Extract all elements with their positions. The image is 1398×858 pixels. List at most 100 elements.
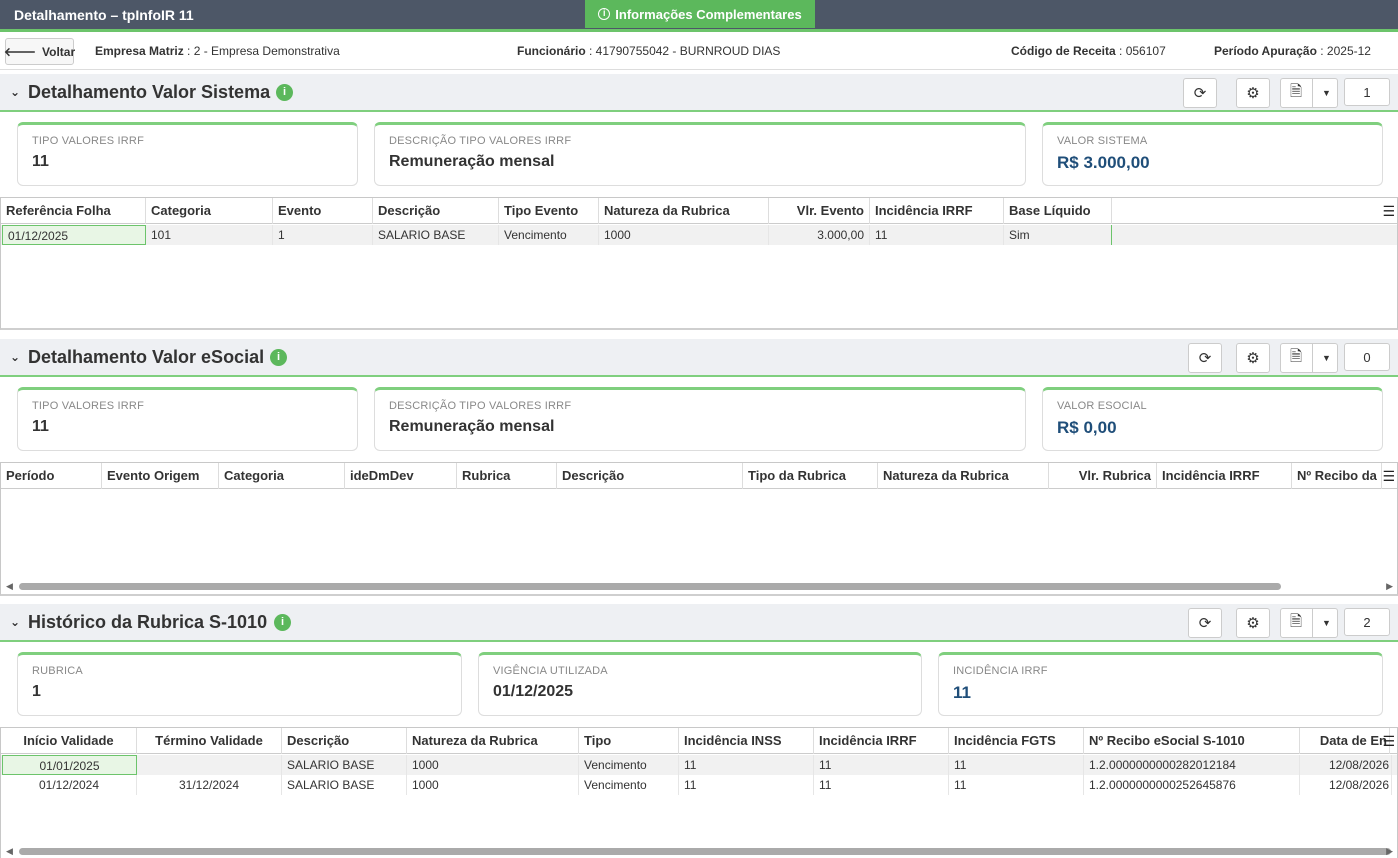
column-header[interactable]: Natureza da Rubrica	[599, 198, 769, 224]
column-menu-icon[interactable]: ☰	[1382, 203, 1395, 220]
table-cell[interactable]: 1000	[407, 755, 579, 775]
column-header[interactable]: Tipo	[579, 728, 679, 754]
table-cell[interactable]: SALARIO BASE	[373, 225, 499, 245]
horizontal-scrollbar[interactable]: ◀ ▶	[1, 844, 1397, 858]
refresh-button[interactable]: ⟳	[1183, 78, 1217, 108]
table-cell[interactable]: 1.2.0000000000252645876	[1084, 775, 1300, 795]
card-incidencia-irrf: INCIDÊNCIA IRRF 11	[938, 652, 1383, 716]
table-cell[interactable]: 1000	[407, 775, 579, 795]
table-cell[interactable]: 11	[870, 225, 1004, 245]
column-header[interactable]: Categoria	[219, 463, 345, 489]
column-header[interactable]: Vlr. Rubrica	[1049, 463, 1157, 489]
scrollbar-thumb[interactable]	[19, 848, 1391, 855]
settings-button[interactable]: ⚙	[1236, 343, 1270, 373]
table-row[interactable]: 01/12/2024 31/12/2024 SALARIO BASE 1000 …	[1, 775, 1397, 795]
codigo-receita-value: : 056107	[1119, 44, 1166, 58]
scroll-right-icon[interactable]: ▶	[1386, 846, 1393, 857]
table-cell[interactable]: SALARIO BASE	[282, 755, 407, 775]
column-header[interactable]: Rubrica	[457, 463, 557, 489]
column-header[interactable]: Categoria	[146, 198, 273, 224]
table-cell[interactable]: 12/08/2026	[1300, 775, 1392, 795]
table-cell[interactable]: 11	[679, 775, 814, 795]
chevron-down-icon[interactable]: ⌄	[10, 350, 20, 364]
column-header[interactable]: Nº Recibo eSocial S-1010	[1084, 728, 1300, 754]
caret-down-icon[interactable]: ▼	[1322, 618, 1331, 628]
column-menu-icon[interactable]: ☰	[1382, 733, 1395, 750]
scroll-left-icon[interactable]: ◀	[6, 846, 13, 857]
table-cell[interactable]: 11	[814, 755, 949, 775]
table-cell[interactable]: SALARIO BASE	[282, 775, 407, 795]
refresh-button[interactable]: ⟳	[1188, 343, 1222, 373]
table-cell[interactable]: 11	[949, 775, 1084, 795]
table-row[interactable]: 01/01/2025 SALARIO BASE 1000 Vencimento …	[1, 755, 1397, 775]
column-header[interactable]: Tipo Evento	[499, 198, 599, 224]
column-header[interactable]: Descrição	[557, 463, 743, 489]
scroll-right-icon[interactable]: ▶	[1386, 581, 1393, 592]
horizontal-scrollbar[interactable]: ◀ ▶	[1, 579, 1397, 593]
table-cell[interactable]: 11	[814, 775, 949, 795]
table-cell[interactable]: 1	[273, 225, 373, 245]
export-button[interactable]: 🗎 ▼	[1280, 78, 1338, 108]
column-header[interactable]: Início Validade	[1, 728, 137, 754]
caret-down-icon[interactable]: ▼	[1322, 88, 1331, 98]
column-header[interactable]: Tipo da Rubrica	[743, 463, 878, 489]
table-cell[interactable]: 1000	[599, 225, 769, 245]
column-menu-icon[interactable]: ☰	[1382, 468, 1395, 485]
column-header[interactable]: Incidência IRRF	[870, 198, 1004, 224]
column-header[interactable]: Evento	[273, 198, 373, 224]
column-header[interactable]: Evento Origem	[102, 463, 219, 489]
column-header[interactable]: Descrição	[373, 198, 499, 224]
table-cell[interactable]: Vencimento	[579, 775, 679, 795]
column-header[interactable]: ideDmDev	[345, 463, 457, 489]
table-cell[interactable]: 3.000,00	[769, 225, 870, 245]
table-cell[interactable]: 12/08/2026	[1300, 755, 1392, 775]
table-cell[interactable]: Vencimento	[579, 755, 679, 775]
record-count: 0	[1344, 343, 1390, 371]
column-header[interactable]: Referência Folha	[1, 198, 146, 224]
table-cell[interactable]: 1.2.0000000000282012184	[1084, 755, 1300, 775]
column-header[interactable]: Incidência FGTS	[949, 728, 1084, 754]
info-icon[interactable]: i	[274, 614, 291, 631]
table-header: Período Evento Origem Categoria ideDmDev…	[1, 463, 1397, 489]
column-header[interactable]: Natureza da Rubrica	[878, 463, 1049, 489]
table-cell[interactable]: 01/12/2024	[2, 775, 137, 795]
informacoes-complementares-button[interactable]: i Informações Complementares	[585, 0, 815, 28]
table-cell[interactable]: 01/12/2025	[2, 225, 146, 245]
column-header[interactable]: Descrição	[282, 728, 407, 754]
chevron-down-icon[interactable]: ⌄	[10, 615, 20, 629]
caret-down-icon[interactable]: ▼	[1322, 353, 1331, 363]
column-header[interactable]: Incidência IRRF	[814, 728, 949, 754]
card-label: VALOR SISTEMA	[1057, 135, 1148, 147]
table-cell[interactable]: 31/12/2024	[137, 775, 282, 795]
card-rubrica: RUBRICA 1	[17, 652, 462, 716]
column-header[interactable]: Nº Recibo da	[1292, 463, 1382, 489]
table-cell[interactable]: 11	[679, 755, 814, 775]
export-button[interactable]: 🗎 ▼	[1280, 608, 1338, 638]
column-header[interactable]: Período	[1, 463, 102, 489]
settings-button[interactable]: ⚙	[1236, 608, 1270, 638]
scroll-left-icon[interactable]: ◀	[6, 581, 13, 592]
scrollbar-thumb[interactable]	[19, 583, 1281, 590]
info-icon[interactable]: i	[276, 84, 293, 101]
column-header[interactable]: Vlr. Evento	[769, 198, 870, 224]
table-cell[interactable]: Vencimento	[499, 225, 599, 245]
table-cell[interactable]: Sim	[1004, 225, 1112, 245]
table-row[interactable]: 01/12/2025 101 1 SALARIO BASE Vencimento…	[1, 225, 1397, 245]
settings-button[interactable]: ⚙	[1236, 78, 1270, 108]
column-header[interactable]: Data de En	[1300, 728, 1390, 754]
table-cell[interactable]: 11	[949, 755, 1084, 775]
chevron-down-icon[interactable]: ⌄	[10, 85, 20, 99]
back-button[interactable]: 🡐 Voltar	[4, 38, 75, 65]
table-cell[interactable]: 01/01/2025	[2, 755, 137, 775]
table-cell[interactable]: 101	[146, 225, 273, 245]
column-header[interactable]: Base Líquido	[1004, 198, 1112, 224]
column-header[interactable]: Natureza da Rubrica	[407, 728, 579, 754]
column-header[interactable]: Término Validade	[137, 728, 282, 754]
table-cell[interactable]	[137, 755, 282, 775]
column-header[interactable]: Incidência INSS	[679, 728, 814, 754]
divider	[1312, 79, 1313, 107]
refresh-button[interactable]: ⟳	[1188, 608, 1222, 638]
column-header[interactable]: Incidência IRRF	[1157, 463, 1292, 489]
export-button[interactable]: 🗎 ▼	[1280, 343, 1338, 373]
info-icon[interactable]: i	[270, 349, 287, 366]
